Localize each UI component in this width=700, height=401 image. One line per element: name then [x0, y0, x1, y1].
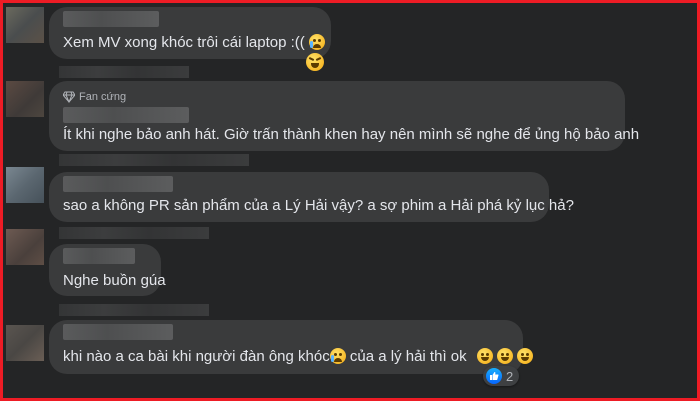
diamond-icon	[63, 91, 75, 103]
commenter-name[interactable]	[63, 324, 173, 340]
avatar[interactable]	[6, 7, 44, 43]
comment-text-content: Xem MV xong khóc trôi cái laptop :((	[63, 34, 305, 51]
comment-bubble: Xem MV xong khóc trôi cái laptop :((	[49, 7, 331, 59]
comment-bubble: Fan cứng Ít khi nghe bảo anh hát. Giờ tr…	[49, 81, 639, 151]
like-icon	[486, 368, 502, 384]
crying-face-icon	[308, 34, 325, 50]
grinning-sweat-icon	[496, 348, 513, 364]
reaction-count: 2	[506, 368, 514, 384]
comment-bubble: Nghe buồn gúa	[49, 244, 166, 296]
comment-actions[interactable]	[59, 304, 209, 316]
avatar[interactable]	[6, 81, 44, 117]
squinting-tongue-face-icon	[306, 53, 324, 71]
comment-text-part1: khi nào a ca bài khi người đàn ông khóc	[63, 348, 330, 365]
comment-actions[interactable]	[59, 227, 209, 239]
comment-text: Ít khi nghe bảo anh hát. Giờ trấn thành …	[63, 126, 640, 143]
avatar[interactable]	[6, 167, 44, 203]
comment-text: Xem MV xong khóc trôi cái laptop :((	[63, 34, 325, 52]
crying-face-icon	[329, 348, 346, 364]
reaction-summary[interactable]: 2	[483, 366, 520, 386]
commenter-name[interactable]	[63, 248, 135, 264]
commenter-name[interactable]	[63, 107, 189, 123]
grinning-sweat-icon	[476, 348, 493, 364]
badge-label: Fan cứng	[79, 91, 127, 103]
avatar[interactable]	[6, 325, 44, 361]
comment-text-part2: của a lý hải thì ok	[345, 348, 467, 365]
comment-bubble: sao a không PR sản phẩm của a Lý Hải vậy…	[49, 172, 574, 222]
comment-text: khi nào a ca bài khi người đàn ông khóc …	[63, 348, 534, 366]
avatar[interactable]	[6, 229, 44, 265]
comment-text: sao a không PR sản phẩm của a Lý Hải vậy…	[63, 197, 574, 214]
comment-text: Nghe buồn gúa	[63, 272, 166, 289]
grinning-sweat-icon	[517, 348, 534, 364]
commenter-name[interactable]	[63, 176, 173, 192]
comment-section: Xem MV xong khóc trôi cái laptop :(( Fan…	[0, 0, 700, 401]
comment-actions[interactable]	[59, 154, 249, 166]
top-fan-badge: Fan cứng	[63, 91, 126, 103]
comment-actions[interactable]	[59, 66, 189, 78]
comment-bubble: khi nào a ca bài khi người đàn ông khóc …	[49, 320, 534, 374]
commenter-name[interactable]	[63, 11, 159, 27]
